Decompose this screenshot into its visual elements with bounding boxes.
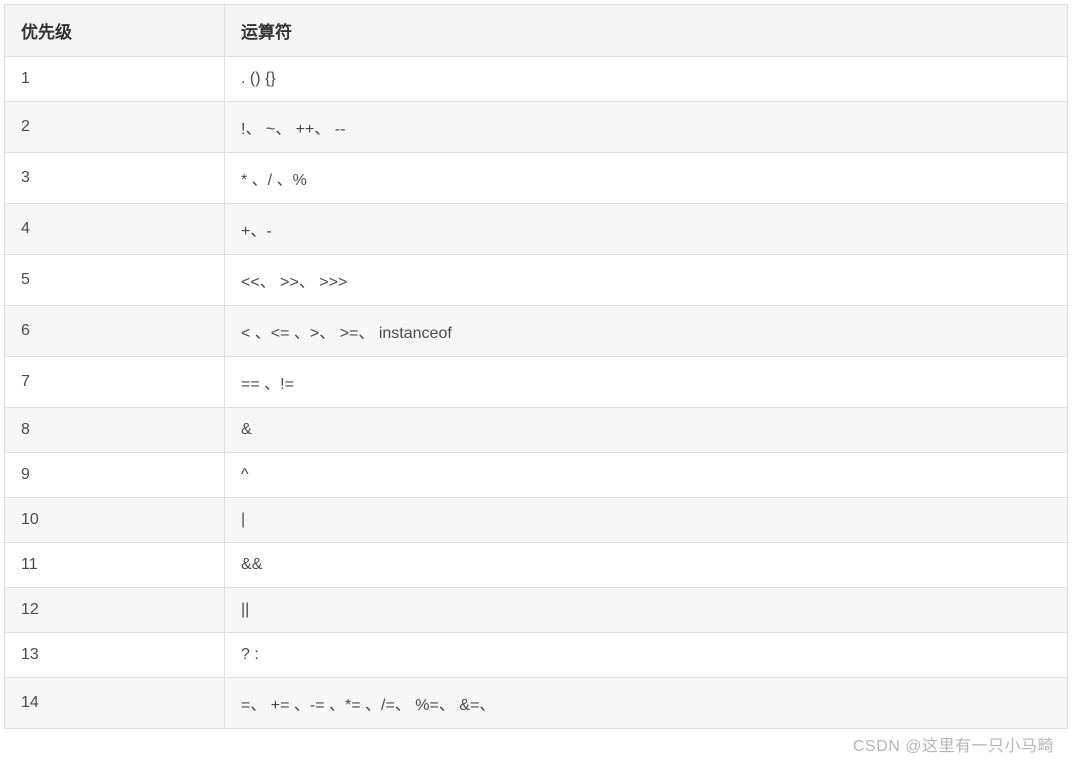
cell-priority: 3 [5,153,225,204]
table-row: 4 +、- [5,204,1068,255]
cell-priority: 8 [5,408,225,453]
table-row: 13 ? : [5,633,1068,678]
table-row: 10 | [5,498,1068,543]
cell-priority: 5 [5,255,225,306]
cell-operator: | [225,498,1068,543]
header-priority: 优先级 [5,5,225,57]
table-row: 7 == 、!= [5,357,1068,408]
operator-precedence-table: 优先级 运算符 1 . () {} 2 !、 ~、 ++、 -- 3 * 、/ … [4,4,1068,729]
cell-priority: 10 [5,498,225,543]
table-header-row: 优先级 运算符 [5,5,1068,57]
cell-priority: 14 [5,678,225,729]
cell-operator: || [225,588,1068,633]
cell-priority: 11 [5,543,225,588]
cell-operator: <<、 >>、 >>> [225,255,1068,306]
operator-precedence-table-container: 优先级 运算符 1 . () {} 2 !、 ~、 ++、 -- 3 * 、/ … [0,0,1072,729]
cell-operator: < 、<= 、>、 >=、 instanceof [225,306,1068,357]
table-row: 8 & [5,408,1068,453]
cell-priority: 12 [5,588,225,633]
cell-operator: & [225,408,1068,453]
table-row: 14 =、 += 、-= 、*= 、/=、 %=、 &=、 [5,678,1068,729]
header-operator: 运算符 [225,5,1068,57]
cell-priority: 7 [5,357,225,408]
cell-operator: && [225,543,1068,588]
table-row: 11 && [5,543,1068,588]
table-row: 12 || [5,588,1068,633]
table-body: 1 . () {} 2 !、 ~、 ++、 -- 3 * 、/ 、% 4 +、-… [5,57,1068,729]
table-row: 1 . () {} [5,57,1068,102]
cell-operator: * 、/ 、% [225,153,1068,204]
cell-operator: == 、!= [225,357,1068,408]
cell-operator: ? : [225,633,1068,678]
cell-priority: 2 [5,102,225,153]
cell-priority: 13 [5,633,225,678]
table-row: 2 !、 ~、 ++、 -- [5,102,1068,153]
cell-priority: 4 [5,204,225,255]
cell-priority: 9 [5,453,225,498]
cell-priority: 1 [5,57,225,102]
cell-operator: !、 ~、 ++、 -- [225,102,1068,153]
cell-operator: ^ [225,453,1068,498]
cell-priority: 6 [5,306,225,357]
table-row: 3 * 、/ 、% [5,153,1068,204]
table-row: 9 ^ [5,453,1068,498]
cell-operator: =、 += 、-= 、*= 、/=、 %=、 &=、 [225,678,1068,729]
cell-operator: . () {} [225,57,1068,102]
table-row: 5 <<、 >>、 >>> [5,255,1068,306]
cell-operator: +、- [225,204,1068,255]
table-row: 6 < 、<= 、>、 >=、 instanceof [5,306,1068,357]
watermark-text: CSDN @这里有一只小马畸 [853,732,1054,756]
